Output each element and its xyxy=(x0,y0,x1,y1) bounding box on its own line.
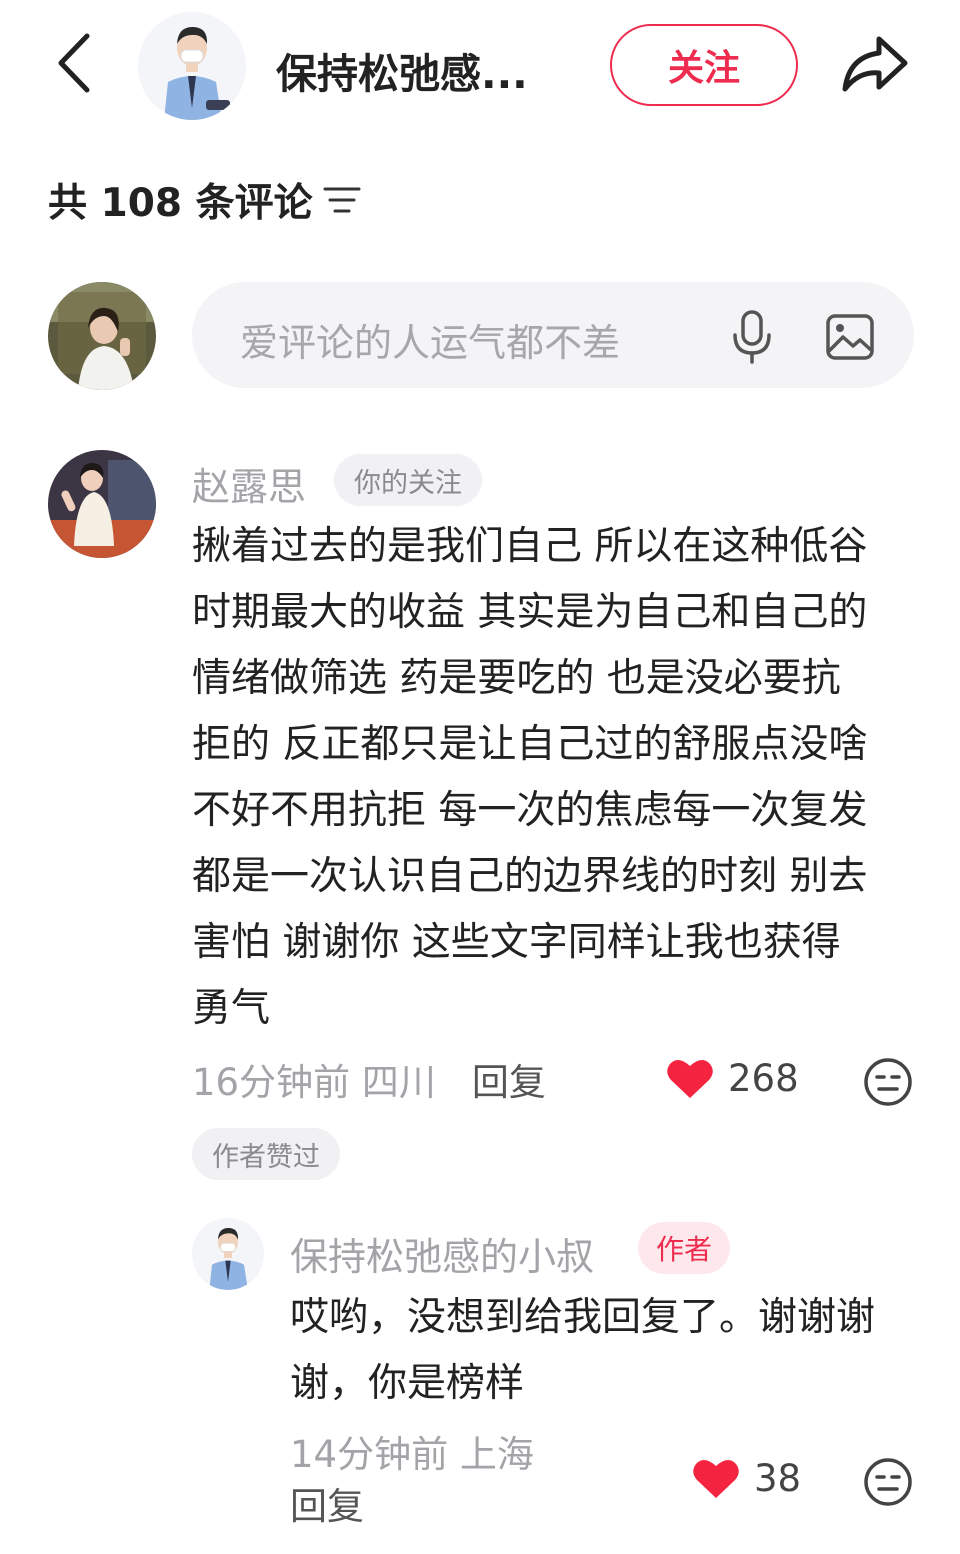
reply-line: 哎哟，没想到给我回复了。谢谢谢 xyxy=(290,1295,876,1340)
heart-icon xyxy=(667,1059,713,1098)
heart-icon xyxy=(693,1459,739,1498)
reply-text: 哎哟，没想到给我回复了。谢谢谢 谢，你是榜样 xyxy=(290,1285,930,1417)
comment-line: 勇气 xyxy=(192,986,271,1031)
back-arrow-icon xyxy=(58,33,90,93)
comment-text: 揪着过去的是我们自己 所以在这种低谷 时期最大的收益 其实是为自己和自己的 情绪… xyxy=(192,514,922,1042)
comment-line: 时期最大的收益 其实是为自己和自己的 xyxy=(192,590,868,635)
comment-line: 情绪做筛选 药是要吃的 也是没必要抗 xyxy=(192,656,841,701)
share-arrow-icon xyxy=(842,36,908,92)
comment-input-placeholder: 爱评论的人运气都不差 xyxy=(240,321,621,365)
reply-line: 谢，你是榜样 xyxy=(290,1361,525,1406)
commenter-name[interactable]: 赵露思 xyxy=(192,456,306,511)
comment-like-count: 268 xyxy=(728,1056,799,1100)
comment-line: 揪着过去的是我们自己 所以在这种低谷 xyxy=(192,524,868,569)
reply-author-avatar[interactable] xyxy=(192,1218,264,1290)
comment-line: 都是一次认识自己的边界线的时刻 别去 xyxy=(192,854,868,899)
comment-count: 共 108 条评论 xyxy=(48,181,313,226)
microphone-icon[interactable] xyxy=(722,307,782,367)
reply-time-location: 14分钟前 上海 xyxy=(290,1433,534,1476)
reply-like-button[interactable]: 38 xyxy=(692,1456,801,1500)
comment-line: 拒的 反正都只是让自己过的舒服点没啥 xyxy=(192,722,868,767)
comment-meta: 16分钟前 四川 回复 xyxy=(192,1052,546,1106)
image-icon[interactable] xyxy=(820,307,880,367)
back-button[interactable] xyxy=(50,30,100,96)
comment-like-button[interactable]: 268 xyxy=(666,1056,799,1100)
comment-dislike-button[interactable] xyxy=(862,1056,914,1108)
comment-reply-button[interactable]: 回复 xyxy=(472,1052,546,1106)
comment-count-row: 共 108 条评论 xyxy=(48,172,363,228)
author-avatar-illustration xyxy=(138,12,246,120)
commenter-avatar[interactable] xyxy=(48,450,156,558)
comment-line: 害怕 谢谢你 这些文字同样让我也获得 xyxy=(192,920,841,965)
following-tag: 你的关注 xyxy=(334,454,482,506)
follow-button[interactable]: 关注 xyxy=(610,24,798,106)
comment-input[interactable]: 爱评论的人运气都不差 xyxy=(192,282,914,388)
reply-like-count: 38 xyxy=(754,1456,802,1500)
sort-filter-icon[interactable] xyxy=(323,180,363,220)
dislike-face-icon xyxy=(864,1458,912,1506)
comment-time-location: 16分钟前 四川 xyxy=(192,1061,436,1104)
reply-dislike-button[interactable] xyxy=(862,1456,914,1508)
author-tag: 作者 xyxy=(638,1222,731,1274)
author-avatar[interactable] xyxy=(138,12,246,120)
reply-author-name[interactable]: 保持松弛感的小叔 xyxy=(290,1226,594,1281)
top-bar: 保持松弛感... 关注 xyxy=(0,0,960,130)
reply-reply-button[interactable]: 回复 xyxy=(290,1482,364,1532)
my-avatar xyxy=(48,282,156,390)
comment-line: 不好不用抗拒 每一次的焦虑每一次复发 xyxy=(192,788,868,833)
dislike-face-icon xyxy=(864,1058,912,1106)
author-liked-badge: 作者赞过 xyxy=(192,1128,340,1180)
author-name[interactable]: 保持松弛感... xyxy=(276,40,566,100)
share-button[interactable] xyxy=(836,28,912,98)
